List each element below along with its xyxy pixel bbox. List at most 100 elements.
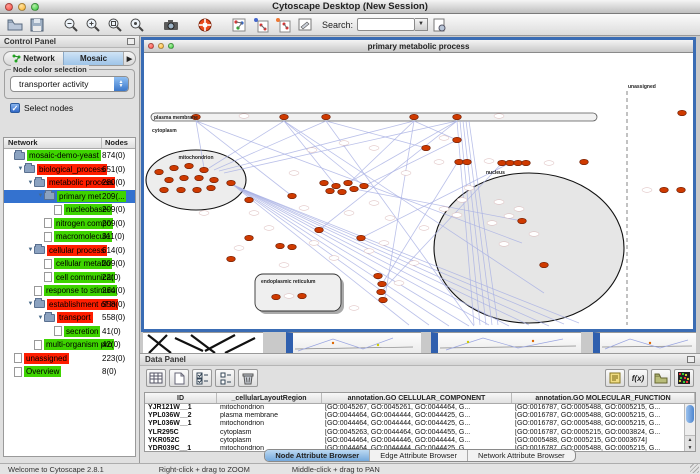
select-nodes-checkbox[interactable]: ✓ bbox=[10, 103, 20, 113]
network-node[interactable] bbox=[288, 244, 297, 249]
network-node[interactable] bbox=[660, 187, 669, 192]
float-data-panel-icon[interactable] bbox=[687, 356, 695, 363]
tree-row-primary-metabo[interactable]: ▼primary metabo209(... bbox=[4, 190, 135, 204]
tree-row-metabolic-process[interactable]: ▼metabolic process280(0) bbox=[4, 176, 135, 190]
network-node[interactable] bbox=[165, 177, 174, 182]
resize-grip[interactable] bbox=[690, 464, 699, 473]
network-node[interactable] bbox=[326, 188, 335, 193]
search-dropdown-button[interactable]: ▼ bbox=[415, 18, 428, 31]
network-edge[interactable] bbox=[284, 121, 364, 186]
tree-row-multi-organism-pro[interactable]: multi-organism pro42(0) bbox=[4, 338, 135, 352]
network-node[interactable] bbox=[177, 187, 186, 192]
float-panel-icon[interactable] bbox=[127, 38, 135, 45]
tree-row-nitrogen-compo[interactable]: nitrogen compo209(0) bbox=[4, 217, 135, 231]
network-node[interactable] bbox=[453, 137, 462, 142]
column-header-id[interactable]: ID bbox=[145, 393, 217, 403]
tab-edge-attribute-browser[interactable]: Edge Attribute Browser bbox=[369, 450, 467, 461]
network-node[interactable] bbox=[288, 193, 297, 198]
expander-icon[interactable]: ▼ bbox=[37, 315, 44, 321]
help-button[interactable] bbox=[194, 15, 216, 35]
network-node[interactable] bbox=[455, 159, 464, 164]
column-header-cellularlayoutregion[interactable]: _cellularLayoutRegion bbox=[217, 393, 322, 403]
network-node[interactable] bbox=[498, 160, 507, 165]
network-node[interactable] bbox=[332, 183, 341, 188]
tree-row-biological-process[interactable]: ▼biological_process651(0) bbox=[4, 163, 135, 177]
network-window-titlebar[interactable]: primary metabolic process bbox=[144, 40, 693, 53]
tree-row-mosaic-demo-yeast[interactable]: mosaic-demo-yeast874(0) bbox=[4, 149, 135, 163]
network-node[interactable] bbox=[463, 159, 472, 164]
zoom-in-button[interactable] bbox=[82, 15, 104, 35]
network-node[interactable] bbox=[540, 262, 549, 267]
expander-icon[interactable]: ▼ bbox=[27, 301, 34, 307]
network-node[interactable] bbox=[180, 175, 189, 180]
network-node[interactable] bbox=[357, 235, 366, 240]
tree-column-network[interactable]: Network bbox=[4, 138, 102, 148]
search-config-button[interactable] bbox=[428, 15, 450, 35]
delete-attribute-button[interactable] bbox=[238, 369, 258, 387]
network-node[interactable] bbox=[210, 177, 219, 182]
network-node[interactable] bbox=[160, 187, 169, 192]
background-window-2[interactable] bbox=[431, 332, 581, 353]
network-node[interactable] bbox=[378, 281, 387, 286]
network-node[interactable] bbox=[453, 114, 462, 119]
tree-row-secretion[interactable]: secretion41(0) bbox=[4, 325, 135, 339]
tree-column-nodes[interactable]: Nodes bbox=[102, 138, 135, 148]
network-node[interactable] bbox=[322, 114, 331, 119]
tab-mosaic[interactable]: Mosaic bbox=[63, 52, 123, 65]
network-node[interactable] bbox=[155, 169, 164, 174]
expander-icon[interactable]: ▼ bbox=[27, 247, 34, 253]
network-node[interactable] bbox=[410, 114, 419, 119]
network-edge[interactable] bbox=[219, 121, 414, 171]
expander-icon[interactable]: ▼ bbox=[27, 180, 34, 186]
network-node[interactable] bbox=[377, 289, 386, 294]
table-row-ypl036w-1[interactable]: YPL036W__1mitochondrion[GO:0044464, GO:0… bbox=[145, 420, 695, 428]
network-canvas[interactable]: plasma membrane cytoplasm mitochondrion … bbox=[144, 53, 693, 329]
network-node[interactable] bbox=[344, 180, 353, 185]
network-node[interactable] bbox=[374, 273, 383, 278]
tree-row-unassigned[interactable]: unassigned223(0) bbox=[4, 352, 135, 366]
network-node[interactable] bbox=[360, 183, 369, 188]
network-node[interactable] bbox=[245, 235, 254, 240]
network-node[interactable] bbox=[207, 185, 216, 190]
network-node[interactable] bbox=[195, 175, 204, 180]
expander-icon[interactable]: ▼ bbox=[17, 166, 24, 172]
unselect-attributes-button[interactable] bbox=[215, 369, 235, 387]
new-attribute-button[interactable] bbox=[169, 369, 189, 387]
network-node[interactable] bbox=[245, 197, 254, 202]
formula-button[interactable]: f(x) bbox=[628, 369, 648, 387]
search-input[interactable] bbox=[357, 18, 415, 31]
table-row-ykr052c[interactable]: YKR052Ccytoplasm[GO:0044464, GO:0044446,… bbox=[145, 437, 695, 445]
tree-row-nucleobase[interactable]: nucleobase-209(0) bbox=[4, 203, 135, 217]
tab-overflow-button[interactable]: ▶ bbox=[123, 52, 135, 65]
table-scrollbar[interactable]: ▲▼ bbox=[684, 404, 695, 451]
network-node[interactable] bbox=[227, 180, 236, 185]
expander-icon[interactable]: ▼ bbox=[37, 193, 44, 199]
open-file-button[interactable] bbox=[4, 15, 26, 35]
tree-row-transport[interactable]: ▼transport558(0) bbox=[4, 311, 135, 325]
tree-row-response-to-stimulu[interactable]: response to stimulu264(0) bbox=[4, 284, 135, 298]
network-node[interactable] bbox=[506, 160, 515, 165]
select-attributes-button[interactable] bbox=[192, 369, 212, 387]
tab-network[interactable]: Network bbox=[4, 52, 63, 65]
merge-network-button[interactable] bbox=[272, 15, 294, 35]
node-color-dropdown[interactable]: transporter activity ▲▼ bbox=[10, 76, 129, 92]
network-edge[interactable] bbox=[414, 121, 457, 140]
network-node[interactable] bbox=[677, 187, 686, 192]
import-attributes-button[interactable] bbox=[651, 369, 671, 387]
network-node[interactable] bbox=[193, 187, 202, 192]
network-node[interactable] bbox=[320, 180, 329, 185]
background-window-3[interactable] bbox=[593, 332, 696, 353]
zoom-out-button[interactable] bbox=[60, 15, 82, 35]
tree-row-cellular-metabo[interactable]: cellular metabo209(0) bbox=[4, 257, 135, 271]
tab-network-attribute-browser[interactable]: Network Attribute Browser bbox=[467, 450, 575, 461]
network-node[interactable] bbox=[276, 243, 285, 248]
scrollbar-thumb[interactable] bbox=[686, 405, 694, 423]
network-node[interactable] bbox=[185, 163, 194, 168]
network-view-button[interactable] bbox=[228, 15, 250, 35]
column-header-annotation-go-molecular-function[interactable]: annotation.GO MOLECULAR_FUNCTION bbox=[512, 393, 695, 403]
tree-row-cell-communicat[interactable]: cell communicat22(0) bbox=[4, 271, 135, 285]
network-node[interactable] bbox=[227, 256, 236, 261]
network-node[interactable] bbox=[338, 189, 347, 194]
tree-row-macromolecule[interactable]: macromolecule311(0) bbox=[4, 230, 135, 244]
zoom-fit-button[interactable] bbox=[104, 15, 126, 35]
